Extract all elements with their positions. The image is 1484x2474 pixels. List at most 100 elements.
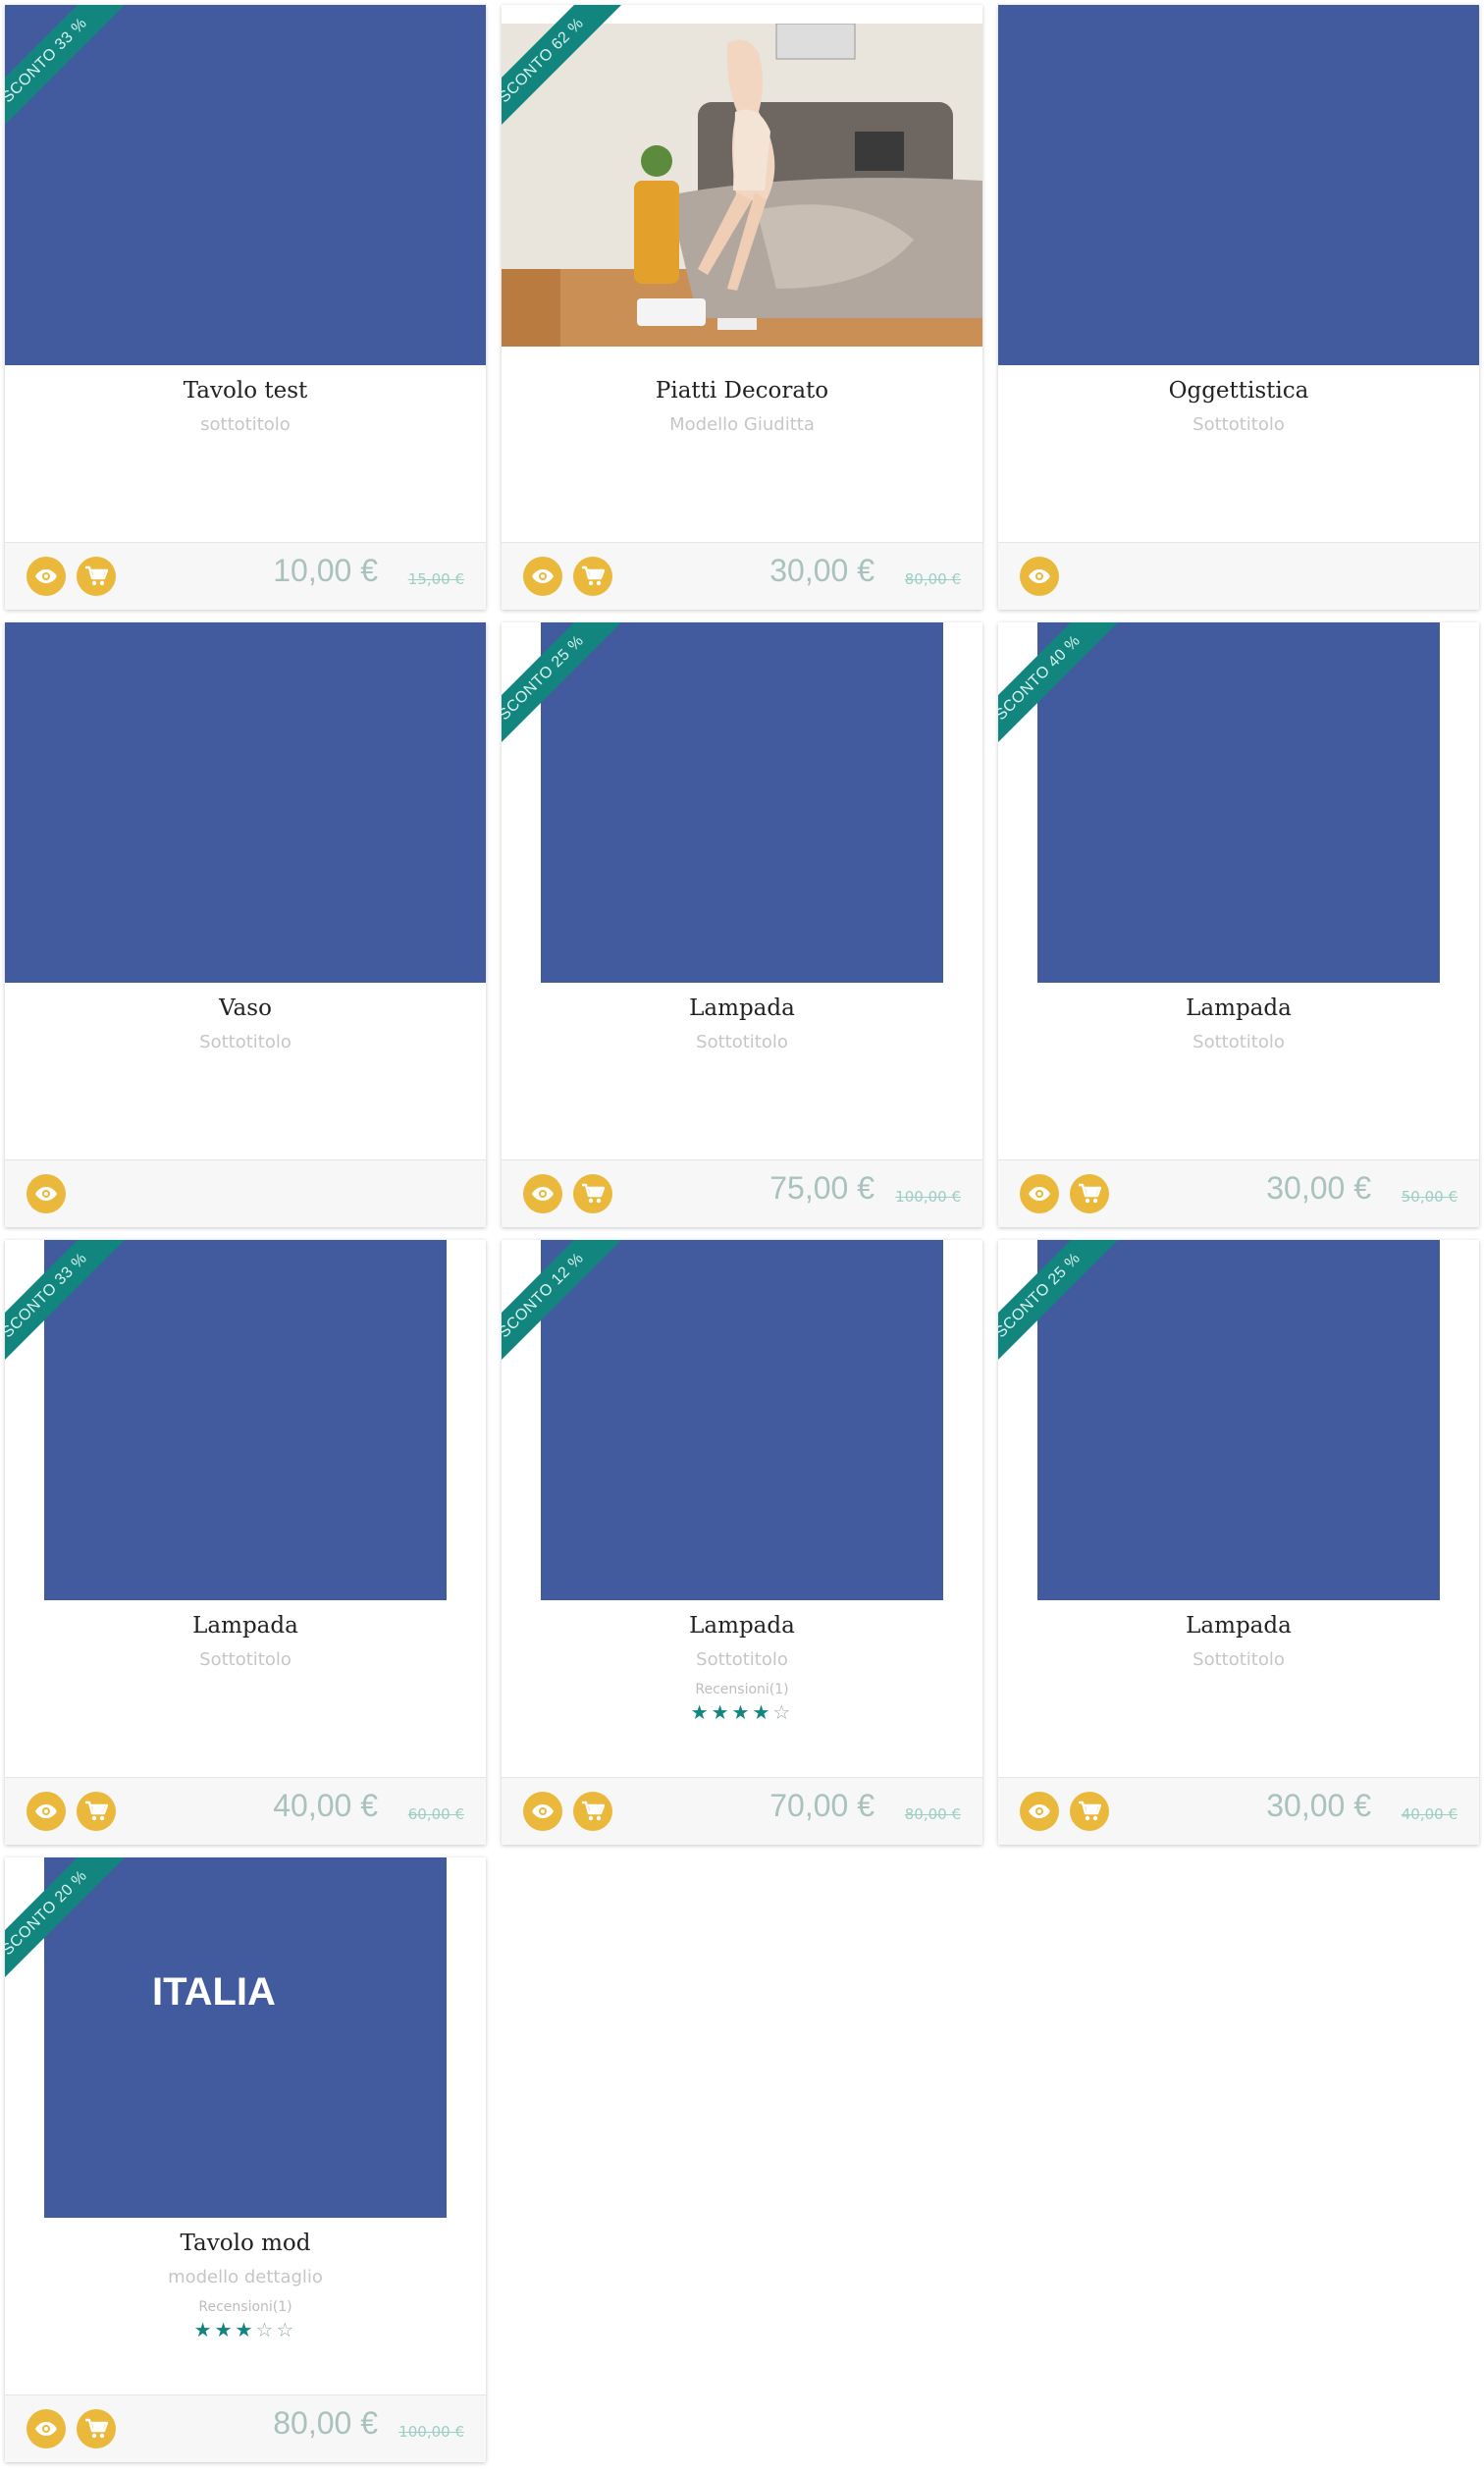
product-old-price: 100,00 €: [398, 2423, 464, 2441]
add-to-cart-button[interactable]: [573, 1792, 612, 1831]
eye-icon: [1029, 569, 1050, 583]
eye-icon: [532, 1804, 554, 1818]
add-to-cart-button[interactable]: [573, 557, 612, 596]
discount-ribbon: SCONTO 12 %: [502, 1240, 634, 1377]
discount-ribbon: SCONTO 25 %: [502, 622, 634, 760]
product-old-price: 100,00 €: [895, 1188, 961, 1206]
product-old-price: 60,00 €: [407, 1805, 464, 1823]
image-caption: ITALIA: [152, 1970, 276, 2014]
cart-icon: [1079, 1801, 1101, 1821]
product-price: 70,00 €: [769, 1788, 874, 1823]
view-button[interactable]: [1020, 1174, 1059, 1213]
product-subtitle: modello dettaglio: [168, 2267, 323, 2287]
discount-ribbon: SCONTO 33 %: [5, 1240, 137, 1377]
card-footer: 40,00 € 60,00 €: [5, 1777, 486, 1845]
product-card[interactable]: SCONTO 33 % Tavolo test sottotitolo 10,0…: [5, 5, 486, 610]
product-price: 40,00 €: [273, 1788, 378, 1823]
cart-icon: [85, 1801, 108, 1821]
view-button[interactable]: [523, 1174, 562, 1213]
eye-icon: [35, 569, 57, 583]
card-footer: 30,00 € 40,00 €: [998, 1777, 1479, 1845]
card-footer: 80,00 € 100,00 €: [5, 2394, 486, 2462]
eye-icon: [35, 1187, 57, 1201]
card-footer: 70,00 € 80,00 €: [502, 1777, 982, 1845]
product-image[interactable]: [5, 622, 486, 983]
product-price: 30,00 €: [769, 553, 874, 588]
product-old-price: 80,00 €: [904, 1805, 961, 1823]
cart-icon: [582, 1183, 605, 1204]
product-old-price: 80,00 €: [904, 570, 961, 588]
cart-icon: [582, 565, 605, 586]
product-card[interactable]: SCONTO 62 % Piatti Decorato Modello Giud…: [502, 5, 982, 610]
card-footer: 10,00 € 15,00 €: [5, 542, 486, 610]
product-title[interactable]: Lampada: [502, 1613, 982, 1639]
view-button[interactable]: [1020, 1792, 1059, 1831]
discount-ribbon: SCONTO 62 %: [502, 5, 634, 142]
product-card[interactable]: SCONTO 40 % Lampada Sottotitolo 30,00 € …: [998, 622, 1479, 1227]
view-button[interactable]: [26, 1792, 66, 1831]
product-card[interactable]: Oggettistica Sottotitolo: [998, 5, 1479, 610]
product-price: 30,00 €: [1266, 1170, 1371, 1206]
add-to-cart-button[interactable]: [1070, 1792, 1109, 1831]
product-subtitle: Sottotitolo: [199, 1032, 292, 1052]
eye-icon: [35, 1804, 57, 1818]
discount-ribbon: SCONTO 40 %: [998, 622, 1131, 760]
product-title[interactable]: Vaso: [5, 995, 486, 1021]
product-title[interactable]: Lampada: [502, 995, 982, 1021]
product-card[interactable]: SCONTO 33 % Lampada Sottotitolo 40,00 € …: [5, 1240, 486, 1845]
add-to-cart-button[interactable]: [77, 1792, 116, 1831]
product-card[interactable]: ITALIA SCONTO 20 % Tavolo mod modello de…: [5, 1857, 486, 2462]
product-title[interactable]: Piatti Decorato: [502, 378, 982, 403]
view-button[interactable]: [523, 557, 562, 596]
product-title[interactable]: Tavolo mod: [5, 2231, 486, 2256]
product-card[interactable]: SCONTO 25 % Lampada Sottotitolo 75,00 € …: [502, 622, 982, 1227]
product-title[interactable]: Lampada: [998, 995, 1479, 1021]
add-to-cart-button[interactable]: [77, 557, 116, 596]
add-to-cart-button[interactable]: [77, 2409, 116, 2448]
view-button[interactable]: [26, 2409, 66, 2448]
product-subtitle: Modello Giuditta: [669, 414, 815, 435]
reviews-count[interactable]: Recensioni(1): [502, 1682, 982, 1697]
star-rating: ★★★★☆: [690, 1700, 794, 1724]
add-to-cart-button[interactable]: [573, 1174, 612, 1213]
view-button[interactable]: [523, 1792, 562, 1831]
view-button[interactable]: [1020, 557, 1059, 596]
product-subtitle: Sottotitolo: [199, 1649, 292, 1670]
product-title[interactable]: Tavolo test: [5, 378, 486, 403]
card-footer: [5, 1159, 486, 1227]
product-price: 10,00 €: [273, 553, 378, 588]
product-price: 75,00 €: [769, 1170, 874, 1206]
product-old-price: 15,00 €: [407, 570, 464, 588]
cart-icon: [1079, 1183, 1101, 1204]
product-card[interactable]: Vaso Sottotitolo: [5, 622, 486, 1227]
product-old-price: 50,00 €: [1401, 1188, 1458, 1206]
product-price: 80,00 €: [273, 2405, 378, 2441]
product-price: 30,00 €: [1266, 1788, 1371, 1823]
product-subtitle: Sottotitolo: [696, 1032, 788, 1052]
card-footer: [998, 542, 1479, 610]
cart-icon: [85, 2418, 108, 2439]
product-subtitle: Sottotitolo: [1192, 1032, 1285, 1052]
eye-icon: [532, 569, 554, 583]
product-subtitle: Sottotitolo: [696, 1649, 788, 1670]
card-footer: 30,00 € 50,00 €: [998, 1159, 1479, 1227]
discount-ribbon: SCONTO 33 %: [5, 5, 137, 142]
product-card[interactable]: SCONTO 12 % Lampada Sottotitolo Recensio…: [502, 1240, 982, 1845]
discount-ribbon: SCONTO 20 %: [5, 1857, 137, 1995]
star-rating: ★★★☆☆: [193, 2318, 297, 2341]
product-image[interactable]: [998, 5, 1479, 365]
product-subtitle: Sottotitolo: [1192, 1649, 1285, 1670]
product-title[interactable]: Oggettistica: [998, 378, 1479, 403]
eye-icon: [1029, 1804, 1050, 1818]
product-subtitle: sottotitolo: [200, 414, 291, 435]
product-old-price: 40,00 €: [1401, 1805, 1458, 1823]
view-button[interactable]: [26, 557, 66, 596]
product-title[interactable]: Lampada: [5, 1613, 486, 1639]
card-footer: 75,00 € 100,00 €: [502, 1159, 982, 1227]
view-button[interactable]: [26, 1174, 66, 1213]
product-card[interactable]: SCONTO 25 % Lampada Sottotitolo 30,00 € …: [998, 1240, 1479, 1845]
card-footer: 30,00 € 80,00 €: [502, 542, 982, 610]
reviews-count[interactable]: Recensioni(1): [5, 2299, 486, 2315]
add-to-cart-button[interactable]: [1070, 1174, 1109, 1213]
product-title[interactable]: Lampada: [998, 1613, 1479, 1639]
